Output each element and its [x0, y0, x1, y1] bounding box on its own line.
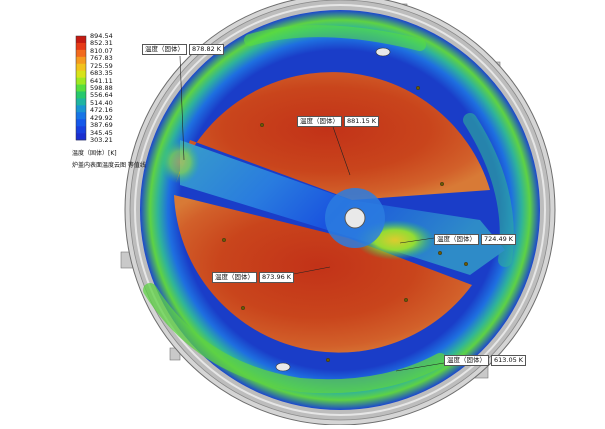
probe-4[interactable]: 温度（固体） 873.96 K [212, 272, 295, 283]
probe-value: 613.05 K [491, 355, 527, 366]
legend-color-bar [75, 35, 87, 141]
probe-value: 724.49 K [481, 234, 517, 245]
legend-caption: 炉盖内表面温度云图 等值线 [72, 162, 146, 169]
legend-swatch [76, 63, 86, 71]
probe-label: 温度（固体） [444, 355, 489, 366]
probe-label: 温度（固体） [297, 116, 342, 127]
probe-5[interactable]: 温度（固体） 613.05 K [444, 355, 527, 366]
legend-swatch [76, 42, 86, 51]
probe-2[interactable]: 温度（固体） 881.15 K [297, 116, 380, 127]
probe-label: 温度（固体） [142, 44, 187, 55]
probe-value: 881.15 K [344, 116, 380, 127]
legend-swatch [76, 56, 86, 65]
probe-value: 878.82 K [189, 44, 225, 55]
center-hole [344, 207, 366, 229]
legend-swatch [76, 105, 86, 113]
legend-swatch [76, 70, 86, 78]
probe-1[interactable]: 温度（固体） 878.82 K [142, 44, 225, 55]
legend-tick-label: 303.21 [90, 136, 113, 144]
legend-swatch [76, 133, 86, 141]
probe-label: 温度（固体） [212, 272, 257, 283]
simulation-viewport: 894.54 852.31 810.07 767.83 725.59 683.35 641.… [0, 0, 605, 426]
legend-swatch [76, 77, 86, 85]
legend-swatch [76, 126, 86, 134]
legend-swatch [76, 84, 86, 92]
legend-swatch [76, 112, 86, 120]
probe-label: 温度（固体） [434, 234, 479, 245]
legend-swatch [76, 49, 86, 58]
probe-value: 873.96 K [259, 272, 295, 283]
probe-3[interactable]: 温度（固体） 724.49 K [434, 234, 517, 245]
legend-swatch [76, 119, 86, 127]
legend-swatch [76, 36, 86, 44]
legend-swatch [76, 98, 86, 106]
legend-swatch [76, 91, 86, 99]
legend-title: 温度（固体）[K] [72, 150, 117, 157]
